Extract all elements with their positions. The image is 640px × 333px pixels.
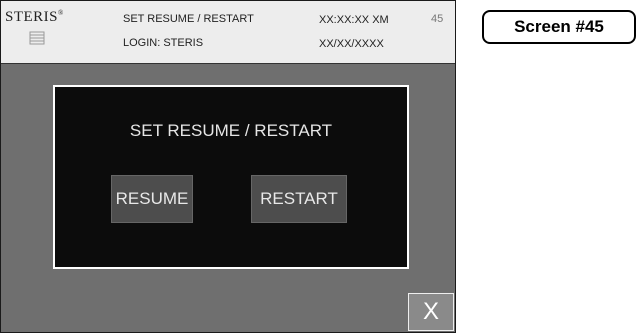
steris-logo: STERIS® [5,9,64,26]
close-button[interactable]: X [408,293,454,331]
resume-button[interactable]: RESUME [111,175,193,223]
restart-button[interactable]: RESTART [251,175,347,223]
screen-title: SET RESUME / RESTART [123,13,254,25]
screen-number: 45 [431,13,444,25]
header-bar: STERIS® SET RESUME / RESTART LOGIN: STER… [1,1,455,64]
date-display: XX/XX/XXXX [319,38,384,50]
logo-registered-mark: ® [58,9,64,17]
steris-emblem-icon [29,31,45,45]
dialog-title: SET RESUME / RESTART [129,121,333,140]
device-screen: STERIS® SET RESUME / RESTART LOGIN: STER… [0,0,456,333]
resume-restart-dialog: SET RESUME / RESTART RESUME RESTART [53,85,409,269]
login-label: LOGIN: STERIS [123,37,204,49]
logo-text: STERIS [5,9,59,25]
screen-number-callout: Screen #45 [482,10,636,44]
time-display: XX:XX:XX XM [319,14,389,26]
